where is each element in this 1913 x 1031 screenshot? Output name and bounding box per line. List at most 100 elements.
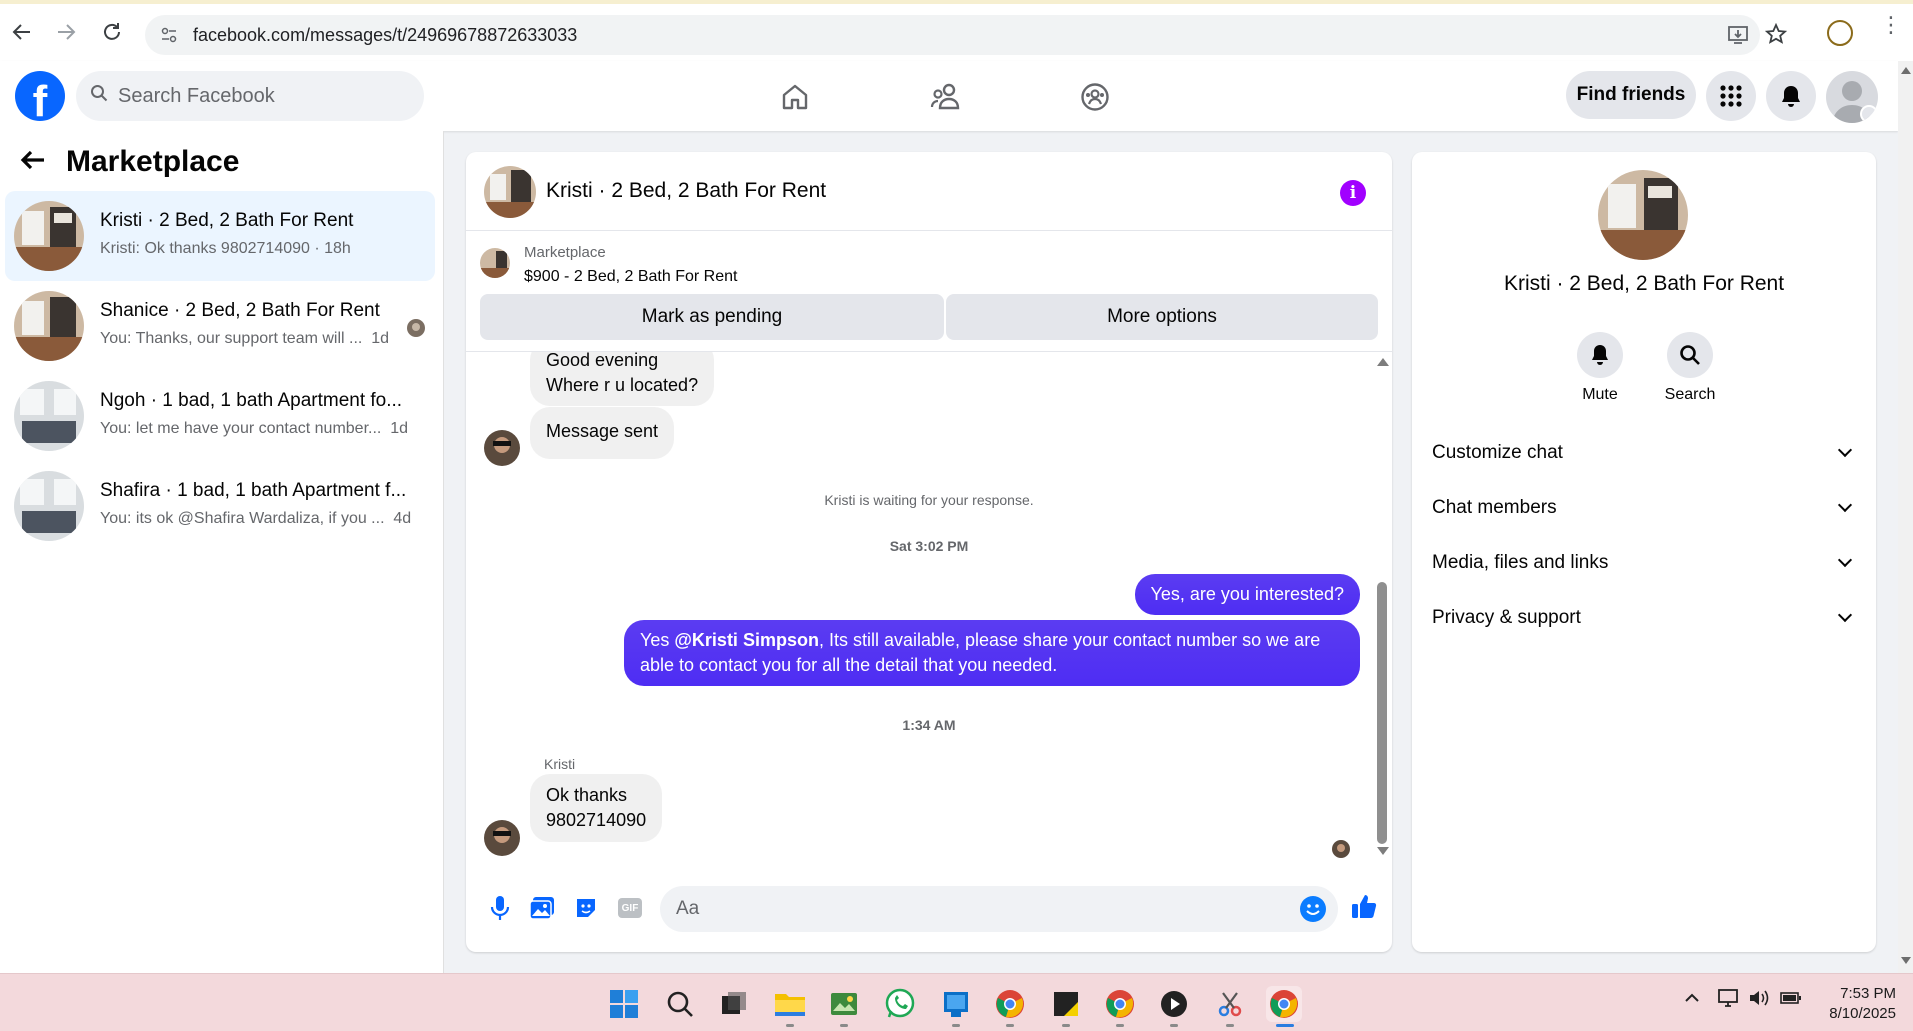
running-indicator (952, 1024, 960, 1027)
chrome-icon[interactable] (1102, 986, 1138, 1022)
message-text: Where r u located? (546, 375, 699, 395)
bell-icon[interactable] (1577, 332, 1623, 378)
section-label: Chat members (1432, 497, 1557, 518)
chevron-down-icon (1837, 552, 1853, 568)
account-chevron-icon[interactable] (1860, 105, 1878, 123)
sticker-icon[interactable] (572, 894, 600, 922)
battery-icon[interactable] (1780, 990, 1802, 1010)
details-avatar[interactable] (1598, 170, 1688, 260)
search-icon[interactable] (662, 986, 698, 1022)
bookmark-star-icon[interactable] (1764, 22, 1788, 50)
site-info-icon[interactable] (157, 23, 181, 47)
microphone-icon[interactable] (486, 894, 514, 922)
incoming-message: Message sent (530, 407, 675, 459)
media-files-links-row[interactable]: Media, files and links (1432, 543, 1856, 583)
store-app-icon[interactable] (938, 986, 974, 1022)
message-thread[interactable]: Good evening Where r u located? Message … (466, 352, 1392, 860)
forward-arrow-icon[interactable] (44, 10, 88, 54)
conversation-item[interactable]: Shanice · 2 Bed, 2 Bath For Rent You: Th… (5, 281, 435, 371)
chat-listing-avatar[interactable] (484, 166, 536, 218)
search-conversation-button[interactable]: Search (1650, 332, 1730, 404)
scroll-down-icon[interactable] (1377, 847, 1389, 855)
privacy-support-row[interactable]: Privacy & support (1432, 598, 1856, 638)
snipping-tool-icon[interactable] (1212, 986, 1248, 1022)
sidebar-header: Marketplace (20, 145, 239, 179)
whatsapp-icon[interactable] (882, 986, 918, 1022)
task-view-icon[interactable] (716, 986, 752, 1022)
back-arrow-icon[interactable] (0, 10, 44, 54)
more-options-button[interactable]: More options (946, 294, 1378, 340)
scroll-down-icon[interactable] (1901, 957, 1911, 964)
media-player-icon[interactable] (1156, 986, 1192, 1022)
gif-icon[interactable]: GIF (616, 894, 644, 922)
chat-title[interactable]: Kristi · 2 Bed, 2 Bath For Rent (546, 179, 826, 203)
emoji-icon[interactable] (1300, 896, 1326, 922)
listing-label: Marketplace (524, 244, 606, 261)
url-text: facebook.com/messages/t/2496967887263303… (193, 24, 578, 45)
tray-chevron-icon[interactable] (1684, 990, 1700, 1007)
thread-scrollbar[interactable] (1374, 352, 1389, 860)
message-text: Yes (640, 630, 675, 650)
mute-button[interactable]: Mute (1560, 332, 1640, 404)
clock-date: 8/10/2025 (1829, 1005, 1896, 1022)
system-clock[interactable]: 7:53 PM 8/10/2025 (1810, 984, 1896, 1024)
sticky-notes-icon[interactable] (1048, 986, 1084, 1022)
account-avatar[interactable] (1826, 71, 1878, 123)
windows-start-icon[interactable] (606, 986, 642, 1022)
customize-chat-row[interactable]: Customize chat (1432, 433, 1856, 473)
scroll-thumb[interactable] (1377, 582, 1387, 844)
chat-details-panel: Kristi · 2 Bed, 2 Bath For Rent Mute Sea… (1412, 152, 1876, 952)
menu-grid-button[interactable] (1706, 71, 1756, 121)
scroll-up-icon[interactable] (1377, 358, 1389, 366)
info-icon[interactable]: i (1340, 180, 1366, 206)
message-input[interactable]: Aa (660, 886, 1338, 932)
marketplace-sidebar: Marketplace Kristi · 2 Bed, 2 Bath For R… (0, 131, 444, 973)
conversation-item[interactable]: Shafira · 1 bad, 1 bath Apartment f... Y… (5, 461, 435, 551)
network-icon[interactable] (1718, 988, 1740, 1012)
conversation-name: Shanice · 2 Bed, 2 Bath For Rent (100, 300, 380, 321)
facebook-logo-icon[interactable]: f (15, 71, 65, 121)
friends-icon[interactable] (896, 69, 996, 125)
running-indicator (786, 1024, 794, 1027)
chat-panel: Kristi · 2 Bed, 2 Bath For Rent i Market… (466, 152, 1392, 952)
reload-icon[interactable] (90, 10, 134, 54)
search-input[interactable]: Search Facebook (76, 71, 424, 121)
sender-avatar (484, 430, 520, 466)
like-thumb-icon[interactable] (1350, 892, 1378, 920)
chat-members-row[interactable]: Chat members (1432, 488, 1856, 528)
waiting-notice: Kristi is waiting for your response. (824, 492, 1034, 508)
conversation-item[interactable]: Kristi · 2 Bed, 2 Bath For Rent Kristi: … (5, 191, 435, 281)
running-indicator (840, 1024, 848, 1027)
home-icon[interactable] (745, 69, 845, 125)
scroll-up-icon[interactable] (1901, 67, 1911, 74)
address-bar[interactable]: facebook.com/messages/t/2496967887263303… (145, 15, 1788, 55)
groups-icon[interactable] (1045, 69, 1145, 125)
browser-toolbar: facebook.com/messages/t/2496967887263303… (0, 0, 1913, 61)
file-explorer-icon[interactable] (772, 986, 808, 1022)
notifications-button[interactable] (1766, 71, 1816, 121)
find-friends-button[interactable]: Find friends (1566, 71, 1696, 119)
listing-price[interactable]: $900 - 2 Bed, 2 Bath For Rent (524, 268, 737, 286)
page-scrollbar[interactable] (1898, 61, 1913, 973)
search-icon[interactable] (1667, 332, 1713, 378)
listing-thumbnail (480, 248, 510, 278)
conversation-item[interactable]: Ngoh · 1 bad, 1 bath Apartment fo... You… (5, 371, 435, 461)
outgoing-message: Yes @Kristi Simpson, Its still available… (624, 620, 1360, 686)
volume-icon[interactable] (1748, 988, 1770, 1012)
back-arrow-icon[interactable] (20, 145, 46, 179)
browser-profile-icon[interactable] (1827, 20, 1853, 46)
outgoing-message: Yes, are you interested? (1134, 574, 1360, 615)
clock-time: 7:53 PM (1840, 985, 1896, 1002)
message-text: Ok thanks (546, 785, 628, 805)
photo-app-icon[interactable] (826, 986, 862, 1022)
message-text: Message sent (546, 421, 659, 441)
install-app-icon[interactable] (1727, 24, 1749, 51)
mark-pending-button[interactable]: Mark as pending (480, 294, 944, 340)
chrome-icon[interactable] (992, 986, 1028, 1022)
photo-icon[interactable] (528, 894, 556, 922)
message-text: 9802714090 (546, 810, 647, 830)
windows-taskbar: 7:53 PM 8/10/2025 (0, 973, 1913, 1031)
browser-menu-icon[interactable]: ⋮ (1880, 14, 1902, 36)
mention-link[interactable]: @Kristi Simpson (674, 630, 819, 650)
chrome-active-icon[interactable] (1266, 986, 1302, 1022)
